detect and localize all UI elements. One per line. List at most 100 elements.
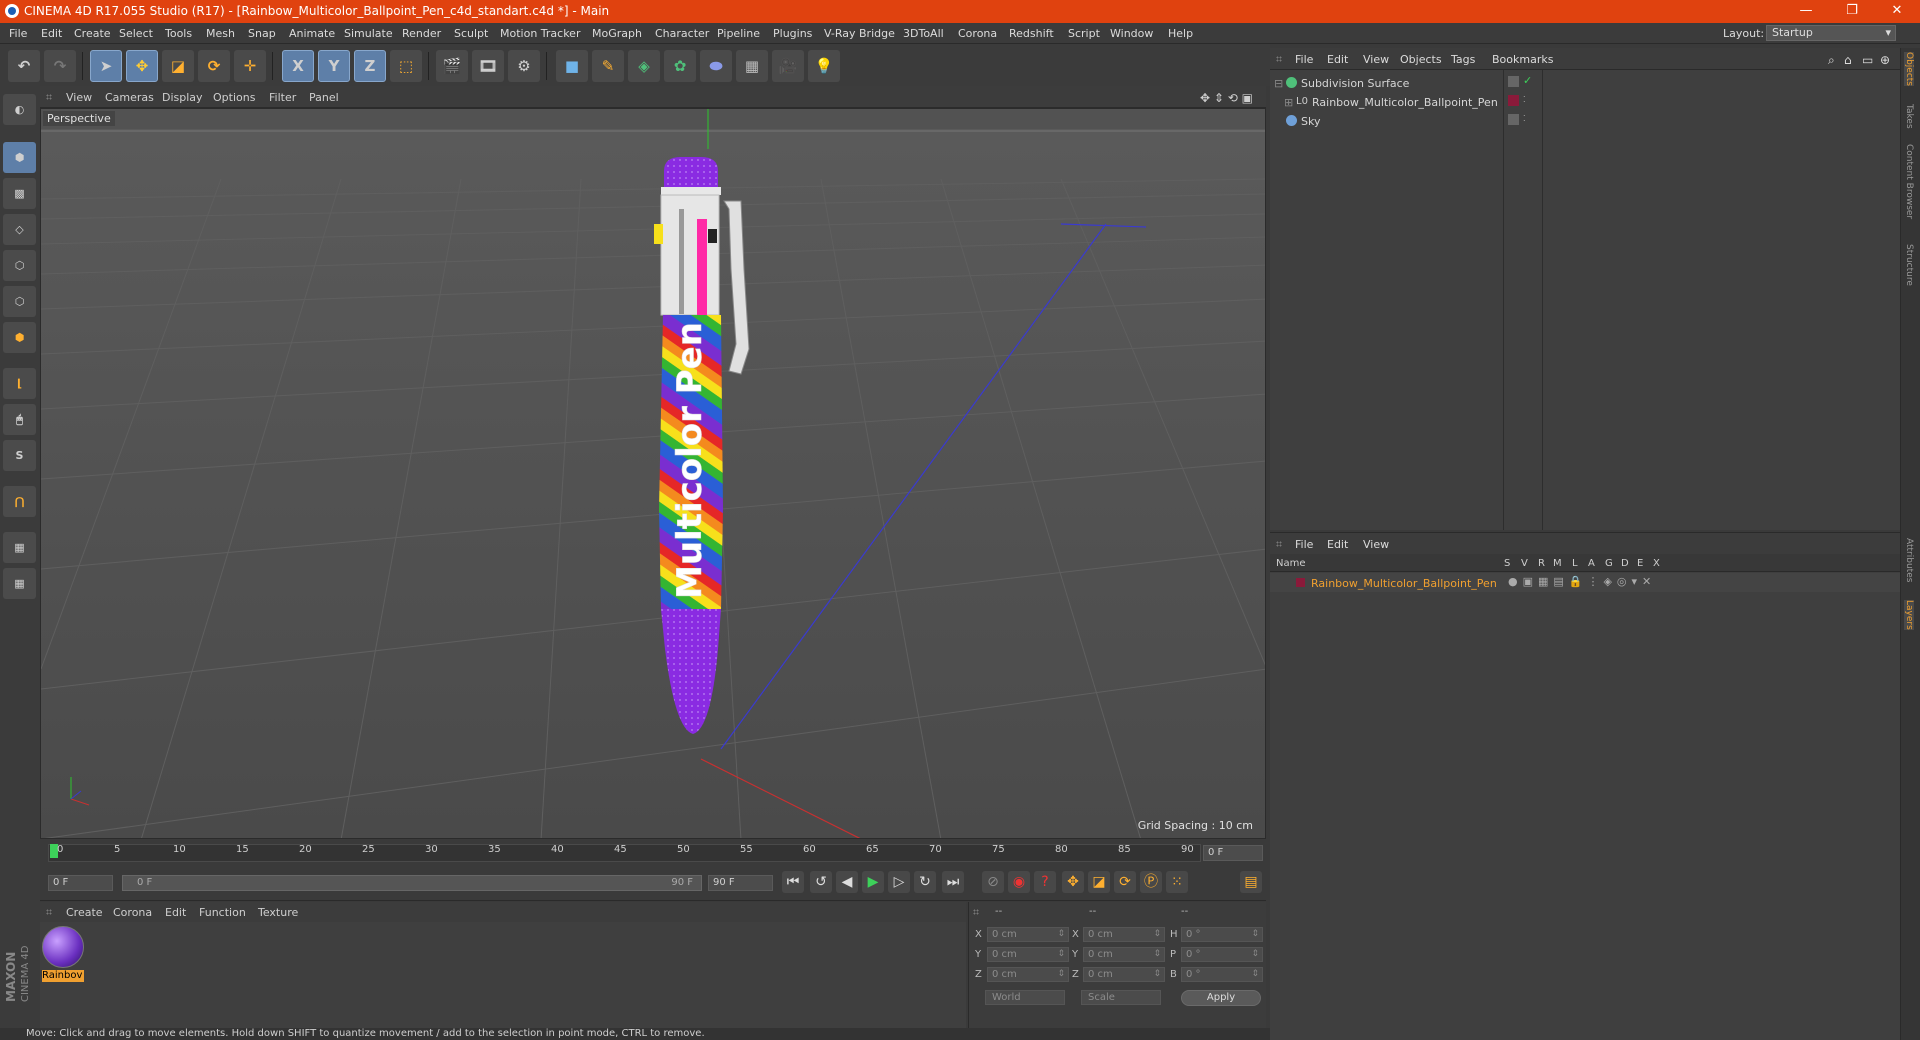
menu-corona[interactable]: Corona bbox=[958, 27, 997, 40]
side-tab-objects[interactable]: Objects bbox=[1904, 52, 1914, 87]
menu-render[interactable]: Render bbox=[402, 27, 441, 40]
rotation-h-field[interactable]: 0 ° bbox=[1181, 927, 1263, 942]
object-manager-search-icon[interactable]: ⌕ bbox=[1828, 53, 1835, 68]
3d-viewport[interactable]: Multicolor Pen Perspective Grid Spacing … bbox=[40, 108, 1266, 839]
position-y-field[interactable]: 0 cm bbox=[987, 947, 1069, 962]
layer-column-name[interactable]: Name bbox=[1276, 558, 1306, 569]
viewport-menu-options[interactable]: Options bbox=[213, 91, 255, 104]
material-menu-corona[interactable]: Corona bbox=[113, 906, 152, 919]
material-menu-edit[interactable]: Edit bbox=[165, 906, 186, 919]
object-menu-edit[interactable]: Edit bbox=[1327, 53, 1348, 66]
record-active-objects-icon[interactable]: ⊘ bbox=[982, 871, 1004, 893]
enabled-check-icon[interactable]: ✓ bbox=[1523, 74, 1532, 87]
layer-menu-edit[interactable]: Edit bbox=[1327, 538, 1348, 551]
make-editable-icon[interactable]: ◐ bbox=[3, 94, 36, 125]
x-axis-lock-button[interactable]: X bbox=[282, 50, 314, 82]
grid-snap-icon[interactable]: ▦ bbox=[3, 568, 36, 599]
menu-create[interactable]: Create bbox=[74, 27, 111, 40]
viewport-menu-cameras[interactable]: Cameras bbox=[105, 91, 154, 104]
polygons-mode-icon[interactable]: ⬢ bbox=[3, 322, 36, 353]
layer-column-render[interactable]: R bbox=[1538, 558, 1545, 569]
snap-magnet-icon[interactable]: ⋂ bbox=[3, 486, 36, 517]
next-frame-icon[interactable]: ▷ bbox=[888, 871, 910, 893]
object-manager-new-window-icon[interactable]: ⊕ bbox=[1880, 53, 1890, 67]
viewport-menu-panel[interactable]: Panel bbox=[309, 91, 339, 104]
layer-color-swatch[interactable] bbox=[1296, 578, 1305, 587]
object-manager-home-icon[interactable]: ⌂ bbox=[1844, 53, 1852, 67]
layer-list[interactable]: Rainbow_Multicolor_Ballpoint_Pen ●▣▦▤🔒⋮◈… bbox=[1270, 572, 1900, 1040]
menu-character[interactable]: Character bbox=[655, 27, 709, 40]
render-view-icon[interactable]: 🎬 bbox=[436, 50, 468, 82]
material-menu-texture[interactable]: Texture bbox=[258, 906, 298, 919]
menu-mograph[interactable]: MoGraph bbox=[592, 27, 642, 40]
menu-mesh[interactable]: Mesh bbox=[206, 27, 235, 40]
object-row[interactable]: ⊞ L0 Rainbow_Multicolor_Ballpoint_Pen ⁚ bbox=[1270, 92, 1900, 111]
layer-column-animation[interactable]: A bbox=[1588, 558, 1595, 569]
texture-mode-icon[interactable]: ▩ bbox=[3, 178, 36, 209]
viewport-menu-view[interactable]: View bbox=[66, 91, 92, 104]
object-menu-view[interactable]: View bbox=[1363, 53, 1389, 66]
collapse-icon[interactable]: ⊟ bbox=[1274, 77, 1283, 90]
menu-script[interactable]: Script bbox=[1068, 27, 1100, 40]
menu-tools[interactable]: Tools bbox=[165, 27, 192, 40]
subdivision-surface-icon[interactable]: ◈ bbox=[628, 50, 660, 82]
rotate-tool-icon[interactable]: ⟳ bbox=[198, 50, 230, 82]
material-menu-create[interactable]: Create bbox=[66, 906, 103, 919]
side-tab-layers[interactable]: Layers bbox=[1904, 600, 1914, 630]
go-to-start-icon[interactable]: ⏮ bbox=[782, 871, 804, 893]
size-x-field[interactable]: 0 cm bbox=[1083, 927, 1165, 942]
layer-menu-file[interactable]: File bbox=[1295, 538, 1313, 551]
layer-column-generators[interactable]: G bbox=[1605, 558, 1613, 569]
cube-object-icon[interactable]: ■ bbox=[556, 50, 588, 82]
apply-button[interactable]: Apply bbox=[1181, 990, 1261, 1006]
drag-handle-icon[interactable] bbox=[46, 909, 52, 915]
play-forward-icon[interactable]: ▶ bbox=[862, 871, 884, 893]
menu-select[interactable]: Select bbox=[119, 27, 153, 40]
viewport-menu-display[interactable]: Display bbox=[162, 91, 203, 104]
workplane-mode-icon[interactable]: ◇ bbox=[3, 214, 36, 245]
redo-icon[interactable]: ↷ bbox=[44, 50, 76, 82]
light-object-icon[interactable]: 💡 bbox=[808, 50, 840, 82]
drag-handle-icon[interactable] bbox=[1276, 56, 1282, 62]
scale-tool-icon[interactable]: ◪ bbox=[162, 50, 194, 82]
deformer-icon[interactable]: ⬬ bbox=[700, 50, 732, 82]
pen-spline-icon[interactable]: ✎ bbox=[592, 50, 624, 82]
position-x-field[interactable]: 0 cm bbox=[987, 927, 1069, 942]
layer-menu-view[interactable]: View bbox=[1363, 538, 1389, 551]
keyframe-selection-icon[interactable]: ? bbox=[1034, 871, 1056, 893]
render-settings-icon[interactable]: ⚙ bbox=[508, 50, 540, 82]
size-y-field[interactable]: 0 cm bbox=[1083, 947, 1165, 962]
live-selection-icon[interactable]: ➤ bbox=[90, 50, 122, 82]
menu-animate[interactable]: Animate bbox=[289, 27, 335, 40]
render-visibility-icon[interactable] bbox=[1508, 114, 1519, 125]
go-to-end-icon[interactable]: ⏭ bbox=[942, 871, 964, 893]
size-z-field[interactable]: 0 cm bbox=[1083, 967, 1165, 982]
coordinate-mode-select[interactable]: World bbox=[985, 990, 1065, 1005]
maximize-button[interactable]: ❐ bbox=[1829, 0, 1875, 23]
edges-mode-icon[interactable]: ⬡ bbox=[3, 286, 36, 317]
menu-vray-bridge[interactable]: V-Ray Bridge bbox=[824, 27, 895, 40]
layer-name[interactable]: Rainbow_Multicolor_Ballpoint_Pen bbox=[1311, 577, 1497, 590]
menu-sculpt[interactable]: Sculpt bbox=[454, 27, 488, 40]
key-scale-icon[interactable]: ◪ bbox=[1088, 871, 1110, 893]
drag-handle-icon[interactable] bbox=[973, 909, 979, 915]
size-mode-select[interactable]: Scale bbox=[1081, 990, 1161, 1005]
close-button[interactable]: ✕ bbox=[1874, 0, 1920, 23]
move-tool-icon[interactable]: ✥ bbox=[126, 50, 158, 82]
layer-row[interactable]: Rainbow_Multicolor_Ballpoint_Pen ●▣▦▤🔒⋮◈… bbox=[1270, 573, 1900, 592]
layer-flag-icons[interactable]: ●▣▦▤🔒⋮◈◎▾✕ bbox=[1508, 575, 1656, 588]
layer-column-expressions[interactable]: E bbox=[1637, 558, 1643, 569]
object-menu-bookmarks[interactable]: Bookmarks bbox=[1492, 53, 1553, 66]
layer-column-solo[interactable]: S bbox=[1504, 558, 1510, 569]
side-tab-attributes[interactable]: Attributes bbox=[1904, 538, 1914, 582]
material-menu-function[interactable]: Function bbox=[199, 906, 246, 919]
object-manager-options-icon[interactable]: ▭ bbox=[1862, 53, 1873, 67]
minimize-button[interactable]: — bbox=[1783, 0, 1829, 23]
menu-3dtoall[interactable]: 3DToAll bbox=[903, 27, 944, 40]
undo-icon[interactable]: ↶ bbox=[8, 50, 40, 82]
previous-frame-icon[interactable]: ◀ bbox=[836, 871, 858, 893]
coordinate-system-icon[interactable]: ⬚ bbox=[390, 50, 422, 82]
start-frame-field[interactable]: 0 F bbox=[48, 875, 113, 891]
workplane-lock-icon[interactable]: ▦ bbox=[3, 532, 36, 563]
go-to-next-key-icon[interactable]: ↻ bbox=[914, 871, 936, 893]
